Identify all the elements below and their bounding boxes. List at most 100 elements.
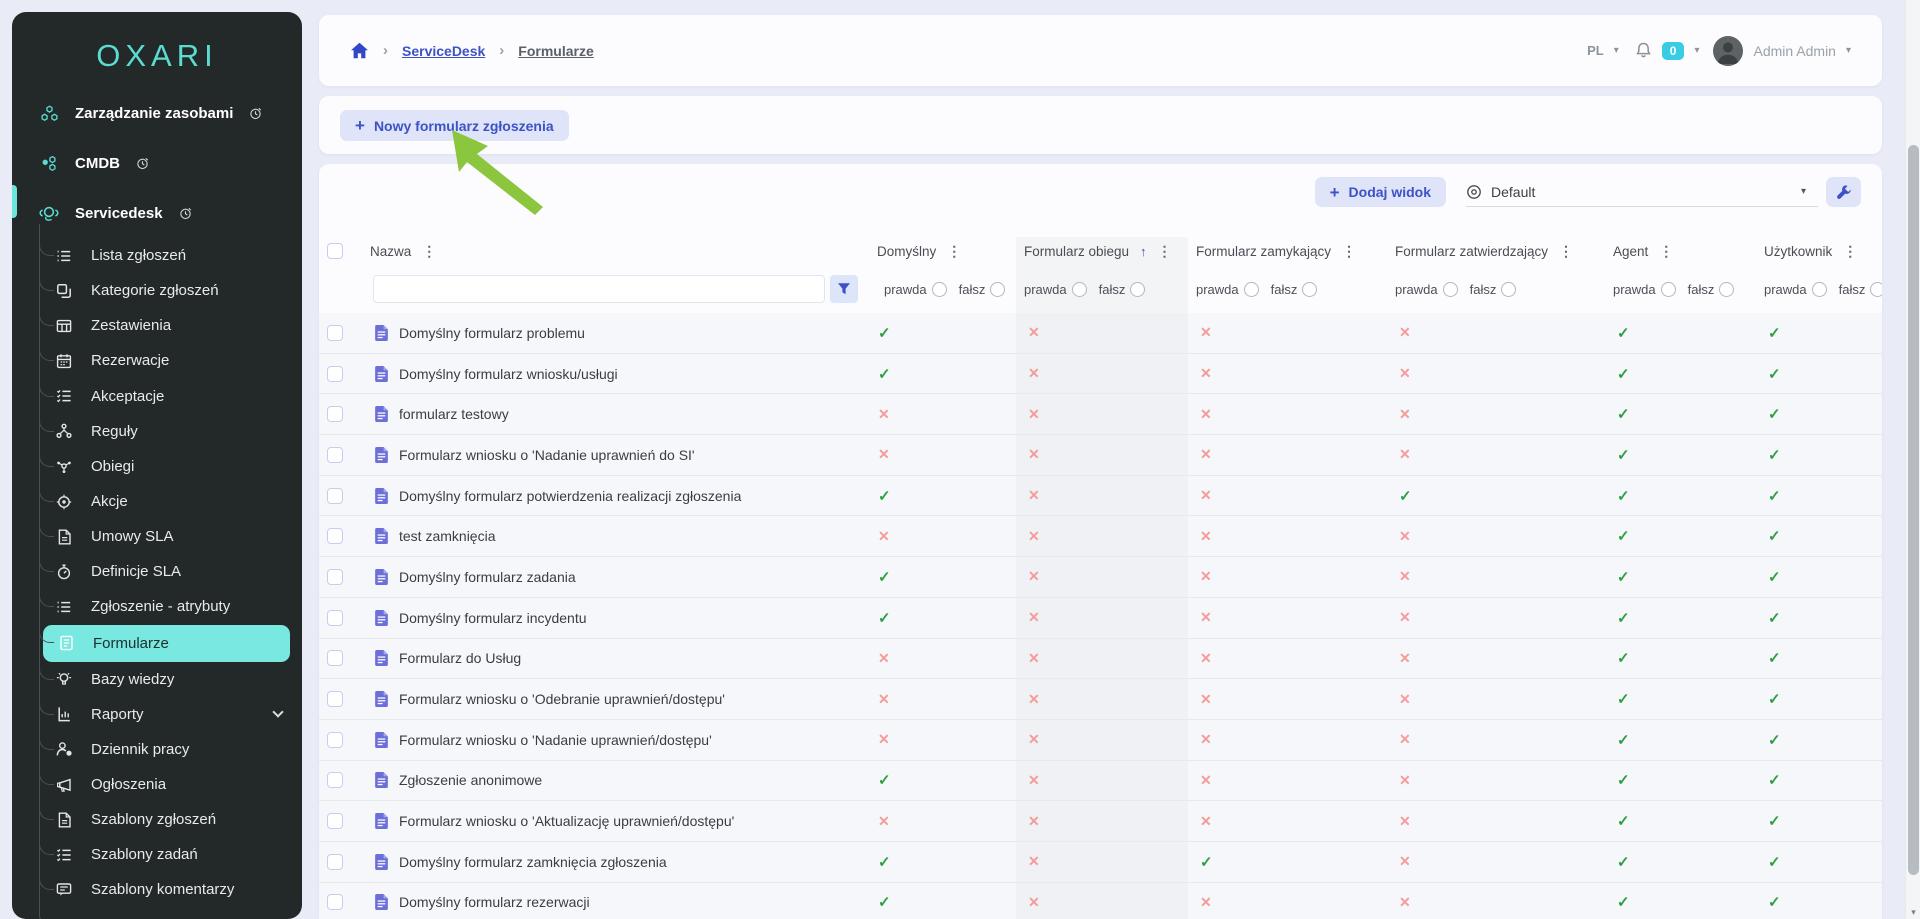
table-row[interactable]: test zamknięcia ✕✕✕✕✓✓ — [319, 516, 1882, 557]
sidebar-item-definicje-sla[interactable]: Definicje SLA — [12, 554, 302, 589]
sidebar-item-bazy-wiedzy[interactable]: Bazy wiedzy — [12, 662, 302, 697]
column-menu-icon[interactable]: ⋮ — [1342, 243, 1356, 260]
row-checkbox[interactable] — [327, 691, 343, 707]
sidebar-item-reguly[interactable]: Reguły — [12, 414, 302, 449]
user-menu-chevron-icon[interactable]: ▾ — [1846, 45, 1851, 56]
form-name-cell[interactable]: test zamknięcia — [367, 516, 876, 556]
form-name-cell[interactable]: Domyślny formularz incydentu — [367, 598, 876, 638]
filter-true-radio[interactable] — [1244, 282, 1259, 297]
sidebar-item-formularze[interactable]: Formularze — [43, 625, 290, 662]
home-icon[interactable] — [350, 42, 369, 59]
table-row[interactable]: Formularz wniosku o 'Aktualizację uprawn… — [319, 801, 1882, 842]
column-menu-icon[interactable]: ⋮ — [947, 243, 961, 260]
table-row[interactable]: Domyślny formularz potwierdzenia realiza… — [319, 476, 1882, 517]
row-checkbox[interactable] — [327, 366, 343, 382]
form-name-cell[interactable]: Domyślny formularz wniosku/usługi — [367, 354, 876, 394]
table-row[interactable]: Formularz wniosku o 'Nadanie uprawnień d… — [319, 435, 1882, 476]
table-row[interactable]: Formularz wniosku o 'Odebranie uprawnień… — [319, 679, 1882, 720]
sidebar-item-akceptacje[interactable]: Akceptacje — [12, 379, 302, 414]
filter-false-radio[interactable] — [1501, 282, 1516, 297]
form-name-cell[interactable]: Domyślny formularz zamknięcia zgłoszenia — [367, 842, 876, 882]
breadcrumb-current[interactable]: Formularze — [518, 43, 593, 59]
form-name-cell[interactable]: Domyślny formularz problemu — [367, 313, 876, 353]
column-menu-icon[interactable]: ⋮ — [422, 243, 436, 260]
table-row[interactable]: Domyślny formularz zadania ✓✕✕✕✓✓ — [319, 557, 1882, 598]
table-row[interactable]: Domyślny formularz problemu ✓✕✕✕✓✓ — [319, 313, 1882, 354]
filter-true-radio[interactable] — [1661, 282, 1676, 297]
row-checkbox[interactable] — [327, 813, 343, 829]
row-checkbox[interactable] — [327, 406, 343, 422]
sidebar-item-zarzadzanie-zasobami[interactable]: Zarządzanie zasobami — [12, 88, 302, 138]
filter-true-radio[interactable] — [1072, 282, 1087, 297]
row-checkbox[interactable] — [327, 732, 343, 748]
row-checkbox[interactable] — [327, 854, 343, 870]
form-name-cell[interactable]: Formularz wniosku o 'Odebranie uprawnień… — [367, 679, 876, 719]
row-checkbox[interactable] — [327, 488, 343, 504]
column-menu-icon[interactable]: ⋮ — [1158, 243, 1172, 260]
column-header-0[interactable]: Nazwa ⋮ — [367, 237, 876, 265]
sidebar-item-lista-zgloszen[interactable]: Lista zgłoszeń — [12, 238, 302, 273]
sort-asc-icon[interactable]: ↑ — [1140, 244, 1147, 259]
sidebar-item-akcje[interactable]: Akcje — [12, 484, 302, 519]
row-checkbox[interactable] — [327, 772, 343, 788]
form-name-cell[interactable]: formularz testowy — [367, 394, 876, 434]
form-name-cell[interactable]: Formularz wniosku o 'Aktualizację uprawn… — [367, 801, 876, 841]
sidebar-item-obiegi[interactable]: Obiegi — [12, 449, 302, 484]
column-header-3[interactable]: Formularz zamykający ⋮ — [1188, 237, 1387, 265]
avatar[interactable] — [1713, 36, 1743, 66]
sidebar-item-umowy-sla[interactable]: Umowy SLA — [12, 519, 302, 554]
sidebar-item-ogloszenia[interactable]: Ogłoszenia — [12, 767, 302, 802]
row-checkbox[interactable] — [327, 325, 343, 341]
notification-count-badge[interactable]: 0 — [1662, 42, 1685, 60]
page-scrollbar[interactable]: ▾ — [1905, 0, 1920, 919]
sidebar-item-cmdb[interactable]: CMDB — [12, 138, 302, 188]
table-row[interactable]: Formularz wniosku o 'Nadanie uprawnień/d… — [319, 720, 1882, 761]
form-name-cell[interactable]: Domyślny formularz rezerwacji — [367, 883, 876, 919]
sidebar-item-kategorie-zgloszen[interactable]: Kategorie zgłoszeń — [12, 273, 302, 308]
table-row[interactable]: Zgłoszenie anonimowe ✓✕✕✕✓✓ — [319, 761, 1882, 802]
column-header-6[interactable]: Użytkownik ⋮ — [1756, 237, 1882, 265]
table-row[interactable]: Formularz do Usług ✕✕✕✕✓✓ — [319, 639, 1882, 680]
sidebar-item-szablony-zgloszen[interactable]: Szablony zgłoszeń — [12, 802, 302, 837]
sidebar-item-servicedesk[interactable]: Servicedesk — [12, 188, 302, 238]
column-header-2[interactable]: Formularz obiegu ↑ ⋮ — [1016, 237, 1188, 265]
filter-funnel-button[interactable] — [830, 275, 858, 303]
sidebar-item-zgloszenie-atrybuty[interactable]: Zgłoszenie - atrybuty — [12, 589, 302, 624]
form-name-cell[interactable]: Formularz wniosku o 'Nadanie uprawnień/d… — [367, 720, 876, 760]
filter-false-radio[interactable] — [990, 282, 1005, 297]
language-selector[interactable]: PL — [1587, 43, 1604, 58]
row-checkbox[interactable] — [327, 528, 343, 544]
sidebar-item-szablony-zadan[interactable]: Szablony zadań — [12, 837, 302, 872]
form-name-cell[interactable]: Formularz do Usług — [367, 639, 876, 679]
table-row[interactable]: Domyślny formularz rezerwacji ✓✕✕✕✓✓ — [319, 883, 1882, 919]
sidebar-item-rezerwacje[interactable]: Rezerwacje — [12, 343, 302, 378]
column-header-4[interactable]: Formularz zatwierdzający ⋮ — [1387, 237, 1605, 265]
new-form-button[interactable]: + Nowy formularz zgłoszenia — [340, 110, 569, 141]
form-name-cell[interactable]: Domyślny formularz potwierdzenia realiza… — [367, 476, 876, 516]
row-checkbox[interactable] — [327, 447, 343, 463]
column-header-5[interactable]: Agent ⋮ — [1605, 237, 1756, 265]
row-checkbox[interactable] — [327, 569, 343, 585]
table-row[interactable]: Domyślny formularz zamknięcia zgłoszenia… — [319, 842, 1882, 883]
column-menu-icon[interactable]: ⋮ — [1659, 243, 1673, 260]
sidebar-item-dziennik-pracy[interactable]: Dziennik pracy — [12, 732, 302, 767]
scrollbar-down-arrow[interactable]: ▾ — [1906, 907, 1920, 918]
column-menu-icon[interactable]: ⋮ — [1843, 243, 1857, 260]
chevron-down-icon[interactable]: ▾ — [1694, 45, 1699, 56]
table-row[interactable]: Domyślny formularz incydentu ✓✕✕✕✓✓ — [319, 598, 1882, 639]
filter-false-radio[interactable] — [1302, 282, 1317, 297]
chevron-down-icon[interactable]: ▾ — [1614, 45, 1619, 56]
notifications-bell-icon[interactable] — [1635, 42, 1652, 59]
column-menu-icon[interactable]: ⋮ — [1559, 243, 1573, 260]
select-all-checkbox[interactable] — [327, 243, 343, 259]
filter-true-radio[interactable] — [932, 282, 947, 297]
settings-wrench-button[interactable] — [1826, 177, 1861, 207]
filter-true-radio[interactable] — [1812, 282, 1827, 297]
row-checkbox[interactable] — [327, 650, 343, 666]
row-checkbox[interactable] — [327, 894, 343, 910]
table-row[interactable]: formularz testowy ✕✕✕✕✓✓ — [319, 394, 1882, 435]
form-name-cell[interactable]: Domyślny formularz zadania — [367, 557, 876, 597]
scrollbar-thumb[interactable] — [1908, 145, 1919, 875]
filter-false-radio[interactable] — [1870, 282, 1882, 297]
name-filter-input[interactable] — [373, 275, 825, 303]
